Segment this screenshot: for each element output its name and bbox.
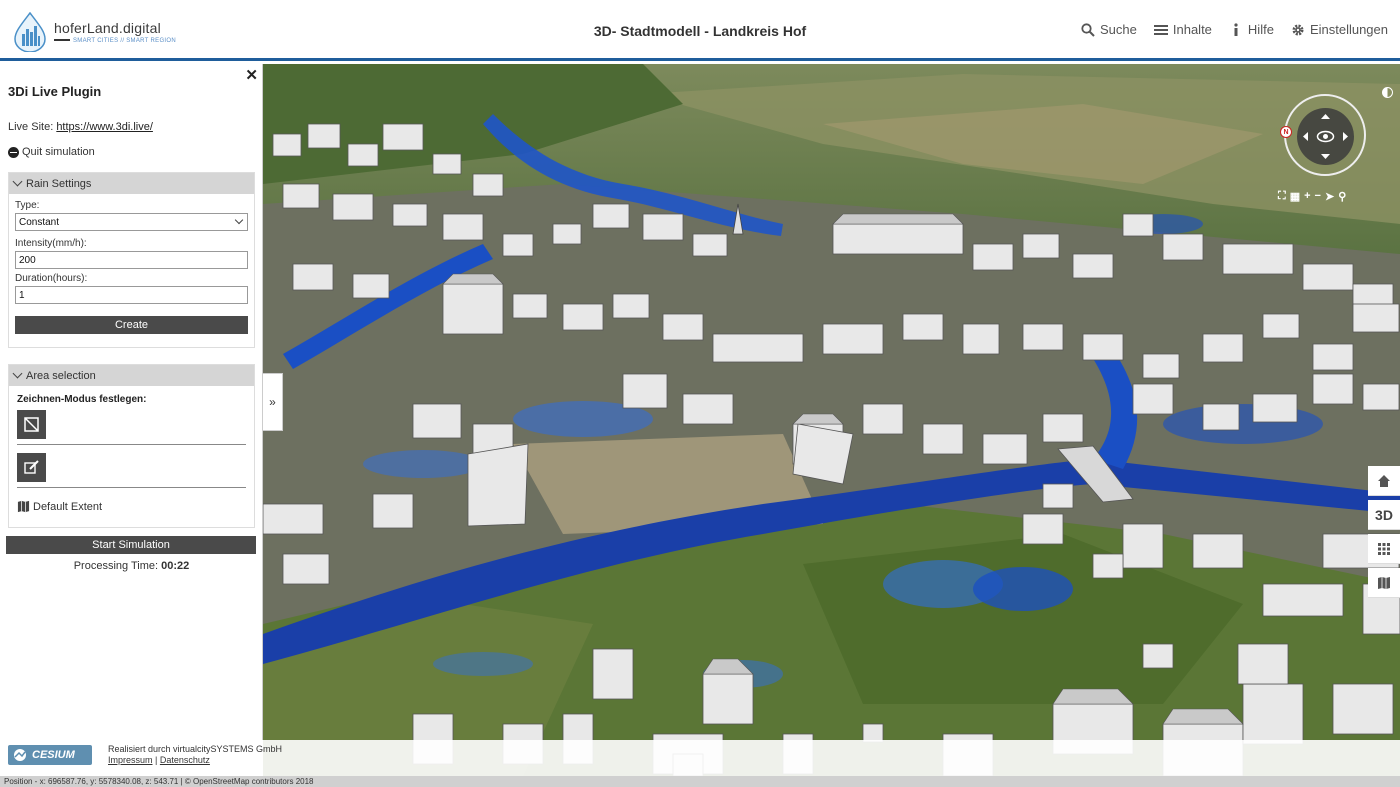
live-site-link[interactable]: https://www.3di.live/ <box>56 121 153 133</box>
locate-icon[interactable]: ➤ <box>1325 190 1334 203</box>
select-chevron-icon <box>234 215 244 225</box>
cesium-globe-icon <box>14 749 26 761</box>
grid-view-button[interactable] <box>1368 534 1400 564</box>
type-label: Type: <box>15 200 40 211</box>
edit-shape-button[interactable] <box>17 453 46 482</box>
intensity-label: Intensity(mm/h): <box>15 238 87 249</box>
minus-circle-icon <box>8 146 19 158</box>
nav-einstellungen[interactable]: Einstellungen <box>1291 22 1388 37</box>
live-site: Live Site: https://www.3di.live/ <box>8 121 153 133</box>
map-3d-view[interactable] <box>263 64 1400 776</box>
eye-icon <box>1303 114 1348 159</box>
top-bar: hoferLand.digital SMART CITIES // SMART … <box>0 0 1400 61</box>
draw-mode-label: Zeichnen-Modus festlegen: <box>17 394 147 405</box>
3d-view-button[interactable]: 3D <box>1368 500 1400 530</box>
type-select[interactable]: Constant <box>15 213 248 231</box>
type-select-value: Constant <box>19 216 60 228</box>
home-icon <box>1378 474 1390 487</box>
quit-simulation-label: Quit simulation <box>22 146 95 158</box>
rain-settings-panel: Rain Settings Type: Constant Intensity(m… <box>8 172 255 348</box>
quit-simulation-button[interactable]: Quit simulation <box>8 146 95 158</box>
credit-separator: | <box>155 755 158 765</box>
draw-rectangle-button[interactable] <box>17 410 46 439</box>
nav-hilfe-label: Hilfe <box>1247 22 1274 37</box>
edit-icon <box>24 460 39 474</box>
rain-settings-title: Rain Settings <box>26 177 92 190</box>
cesium-logo[interactable]: CESIUM <box>8 745 92 765</box>
credits: Realisiert durch virtualcitySYSTEMS GmbH… <box>108 744 282 766</box>
north-indicator: N <box>1280 126 1292 138</box>
default-extent-label: Default Extent <box>33 500 103 513</box>
expand-panel-button[interactable]: » <box>263 373 283 431</box>
create-button[interactable]: Create <box>15 316 248 334</box>
live-site-label: Live Site: <box>8 121 54 133</box>
city-model-scene <box>263 64 1400 776</box>
nav-inhalte[interactable]: Inhalte <box>1153 22 1212 37</box>
area-selection-panel: Area selection Zeichnen-Modus festlegen:… <box>8 364 255 528</box>
processing-time: Processing Time: 00:22 <box>0 560 263 572</box>
grid-toggle-icon[interactable]: ▦ <box>1290 190 1300 203</box>
close-icon[interactable]: ✕ <box>245 66 258 84</box>
grid-icon <box>1378 542 1390 555</box>
processing-time-label: Processing Time: <box>73 560 159 572</box>
zoom-out-icon[interactable]: − <box>1315 190 1321 203</box>
pedestrian-icon[interactable]: ⚲ <box>1338 190 1346 203</box>
default-extent-button[interactable]: Default Extent <box>17 500 254 513</box>
processing-time-value: 00:22 <box>161 560 190 572</box>
view-switcher: 3D <box>1368 466 1400 602</box>
search-icon <box>1081 22 1095 37</box>
map-icon <box>1378 576 1390 589</box>
info-icon <box>1234 22 1238 36</box>
nav-inhalte-label: Inhalte <box>1172 22 1212 37</box>
duration-input[interactable]: 1 <box>15 286 248 304</box>
map-icon <box>17 500 30 513</box>
plugin-title: 3Di Live Plugin <box>8 84 102 99</box>
compass-center[interactable] <box>1297 108 1354 165</box>
chevron-down-icon <box>12 176 23 187</box>
intensity-input[interactable]: 200 <box>15 251 248 269</box>
nav-search[interactable]: Suche <box>1081 22 1137 37</box>
footer: CESIUM Realisiert durch virtualcitySYSTE… <box>0 740 1400 776</box>
cesium-label: CESIUM <box>32 749 75 761</box>
map-mini-toolbar: ⛶ ▦ + − ➤ ⚲ <box>1278 190 1346 203</box>
chevron-down-icon <box>12 368 23 379</box>
draw-rectangle-icon <box>24 417 39 432</box>
duration-label: Duration(hours): <box>15 273 88 284</box>
nav-einstellungen-label: Einstellungen <box>1309 22 1388 37</box>
rain-settings-header[interactable]: Rain Settings <box>9 173 254 194</box>
2d-map-button[interactable] <box>1368 568 1400 598</box>
status-bar: Position - x: 696587.76, y: 5578340.08, … <box>0 776 1400 787</box>
plugin-sidebar: ✕ 3Di Live Plugin Live Site: https://www… <box>0 64 263 740</box>
area-selection-title: Area selection <box>26 369 96 382</box>
area-selection-header[interactable]: Area selection <box>9 365 254 386</box>
menu-icon <box>1153 24 1168 35</box>
gear-icon <box>1292 24 1304 35</box>
home-button[interactable] <box>1368 466 1400 496</box>
contrast-toggle-icon[interactable] <box>1382 87 1393 98</box>
credit-line: Realisiert durch virtualcitySYSTEMS GmbH <box>108 744 283 754</box>
impressum-link[interactable]: Impressum <box>108 755 153 765</box>
top-nav: Suche Inhalte Hilfe Einstellungen <box>1081 22 1388 37</box>
nav-hilfe[interactable]: Hilfe <box>1229 22 1274 37</box>
nav-search-label: Suche <box>1100 22 1137 37</box>
datenschutz-link[interactable]: Datenschutz <box>160 755 210 765</box>
zoom-in-icon[interactable]: + <box>1304 190 1310 203</box>
start-simulation-button[interactable]: Start Simulation <box>6 536 256 554</box>
tilt-icon[interactable]: ⛶ <box>1278 190 1286 203</box>
